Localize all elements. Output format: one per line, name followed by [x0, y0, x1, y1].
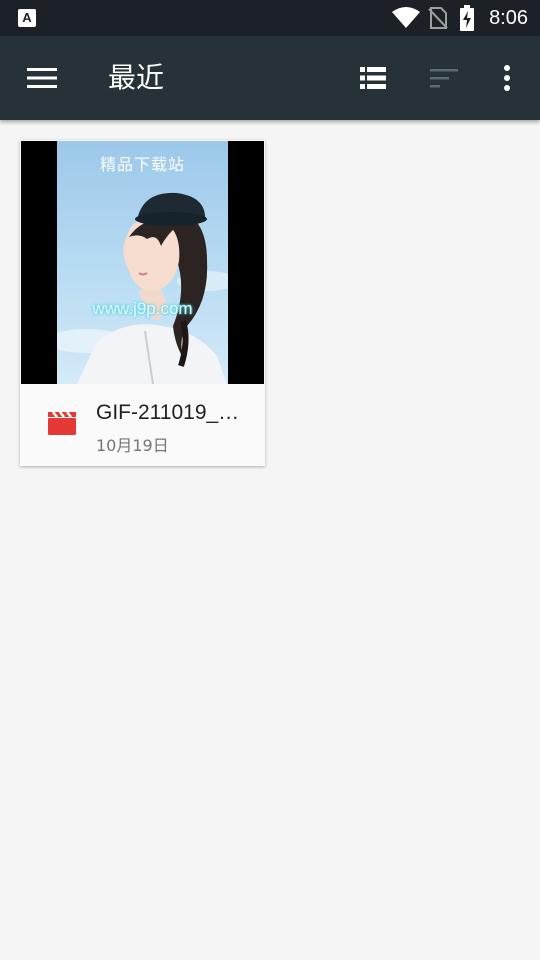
wifi-icon [392, 7, 420, 33]
file-name: GIF-211019_… [96, 401, 240, 424]
file-card[interactable]: 精品下载站 www.j9p.com GIF-211019_… 10月19日 [20, 140, 265, 466]
status-clock: 8:06 [489, 7, 528, 29]
list-view-icon[interactable] [353, 58, 393, 98]
video-clapper-icon [46, 408, 78, 440]
thumbnail-photo: 精品下载站 www.j9p.com [57, 141, 228, 384]
status-bar: A 8:06 [0, 0, 540, 36]
sort-icon[interactable] [424, 58, 464, 98]
no-sim-icon [428, 7, 448, 33]
thumbnail-watermark-url: www.j9p.com [92, 299, 193, 318]
app-toolbar: 最近 [0, 36, 540, 120]
battery-charging-icon [459, 5, 475, 35]
app-notification-icon: A [18, 9, 36, 27]
hamburger-menu-icon[interactable] [22, 58, 62, 98]
thumbnail-watermark-title: 精品下载站 [99, 155, 185, 174]
thumbnail-illustration [57, 192, 228, 384]
page-title: 最近 [108, 61, 165, 94]
file-date: 10月19日 [96, 436, 169, 455]
more-vert-icon[interactable] [487, 58, 527, 98]
file-thumbnail: 精品下载站 www.j9p.com [21, 141, 264, 384]
